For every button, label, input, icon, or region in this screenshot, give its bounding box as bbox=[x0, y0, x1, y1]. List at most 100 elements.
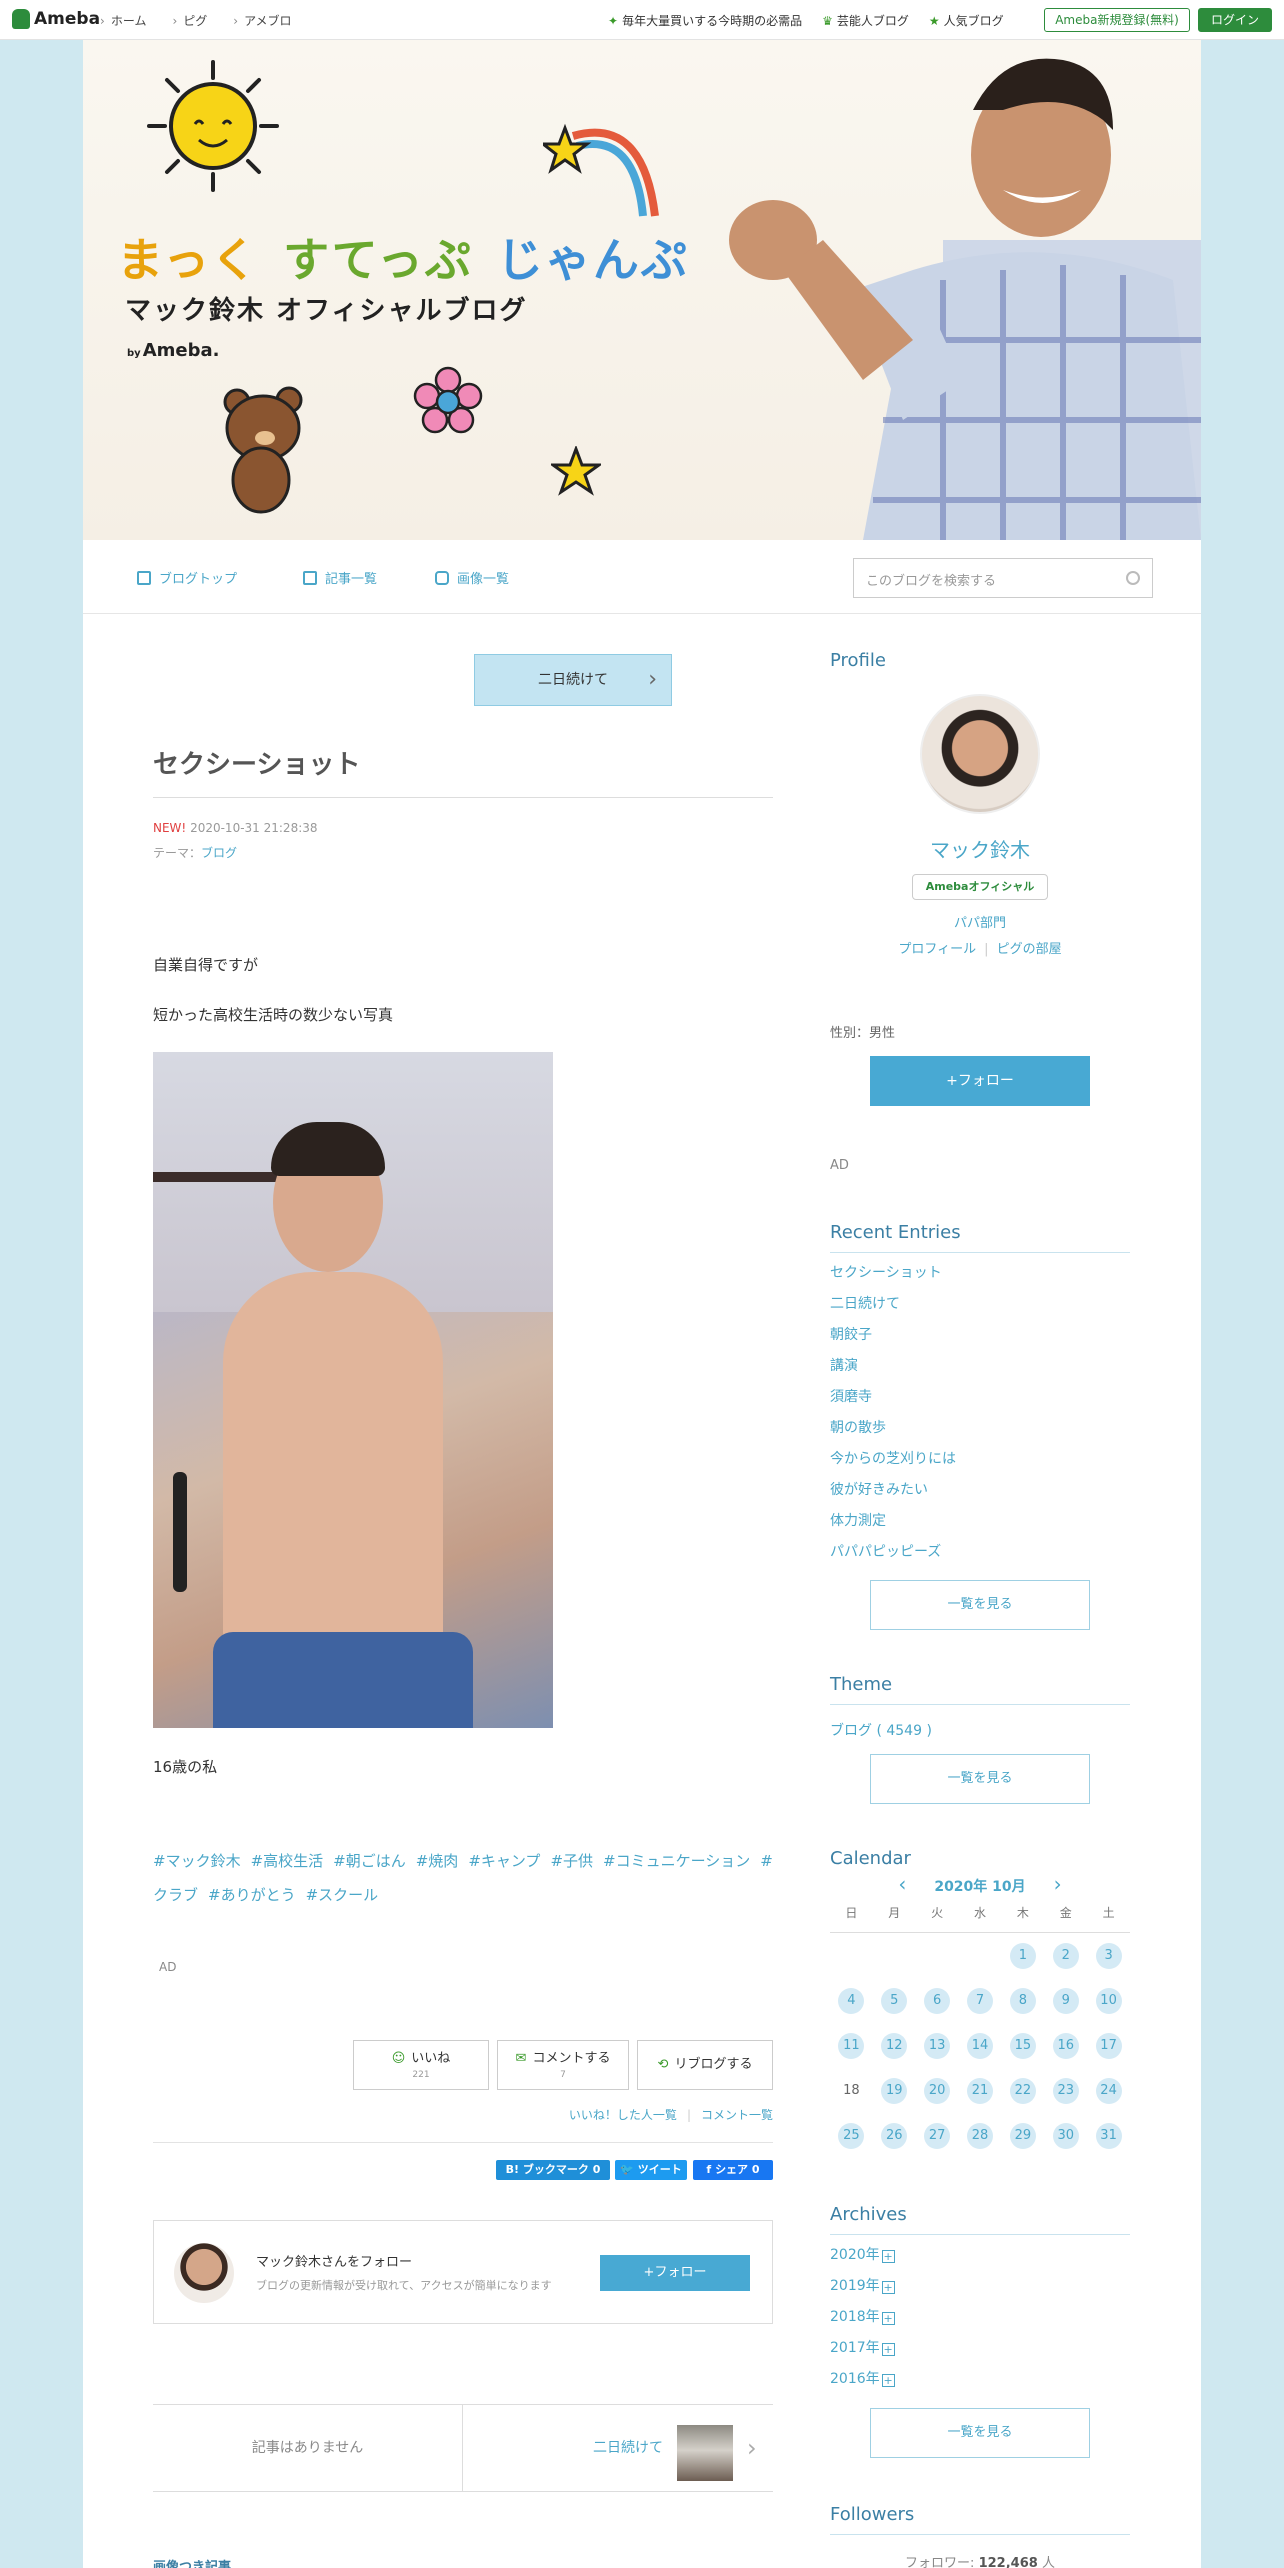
search-icon[interactable] bbox=[1126, 571, 1140, 585]
calendar-day[interactable]: 9 bbox=[1052, 1987, 1079, 2014]
calendar-day[interactable]: 15 bbox=[1009, 2032, 1036, 2059]
calendar-day[interactable]: 16 bbox=[1052, 2032, 1079, 2059]
expand-icon[interactable]: + bbox=[881, 2374, 895, 2387]
calendar-day[interactable]: 4 bbox=[838, 1987, 865, 2014]
calendar-day[interactable]: 31 bbox=[1095, 2122, 1122, 2149]
profile-name[interactable]: マック鈴木 bbox=[830, 834, 1130, 863]
calendar-day[interactable]: 27 bbox=[924, 2122, 951, 2149]
calendar-day[interactable]: 6 bbox=[924, 1987, 951, 2014]
calendar-day[interactable]: 11 bbox=[838, 2032, 865, 2059]
hashtag-link[interactable]: #子供 bbox=[550, 1852, 593, 1870]
next-article-link[interactable]: 二日続けて bbox=[593, 2405, 663, 2491]
topbar-link-pig[interactable]: ピグ bbox=[172, 12, 207, 29]
calendar-day[interactable]: 26 bbox=[881, 2122, 908, 2149]
theme-more-button[interactable]: 一覧を見る bbox=[870, 1754, 1090, 1804]
calendar-day[interactable]: 1 bbox=[1009, 1942, 1036, 1969]
facebook-share-button[interactable]: f シェア 0 bbox=[693, 2160, 773, 2180]
expand-icon[interactable]: + bbox=[881, 2250, 895, 2263]
hashtag-link[interactable]: #ありがとう bbox=[208, 1886, 296, 1904]
calendar-day[interactable]: 19 bbox=[881, 2077, 908, 2104]
article-theme-link[interactable]: ブログ bbox=[201, 846, 237, 860]
hashtag-link[interactable]: #焼肉 bbox=[416, 1852, 459, 1870]
nav-image-list[interactable]: 画像一覧 bbox=[435, 568, 509, 587]
recent-entry-link[interactable]: セクシーショット bbox=[830, 1258, 1130, 1289]
archive-year-link[interactable]: 2018年 + bbox=[830, 2302, 895, 2333]
archive-year-link[interactable]: 2020年 + bbox=[830, 2240, 895, 2271]
recent-entry-link[interactable]: 須磨寺 bbox=[830, 1382, 1130, 1413]
calendar-day[interactable]: 13 bbox=[924, 2032, 951, 2059]
topbar-link-home[interactable]: ホーム bbox=[100, 12, 147, 29]
expand-icon[interactable]: + bbox=[881, 2312, 895, 2325]
calendar-day[interactable]: 21 bbox=[967, 2077, 993, 2104]
blog-search-input[interactable]: このブログを検索する bbox=[853, 558, 1153, 598]
pig-room-link[interactable]: ピグの部屋 bbox=[997, 942, 1062, 957]
topbar-link-celebrity[interactable]: ♛ 芸能人ブログ bbox=[822, 12, 909, 29]
nav-blog-top[interactable]: ブログトップ bbox=[137, 568, 237, 587]
calendar-day[interactable]: 17 bbox=[1095, 2032, 1122, 2059]
profile-avatar[interactable] bbox=[920, 694, 1040, 814]
expand-icon[interactable]: + bbox=[881, 2281, 895, 2294]
nav-article-list[interactable]: 記事一覧 bbox=[303, 568, 377, 587]
calendar-day[interactable]: 30 bbox=[1052, 2122, 1079, 2149]
hashtag-link[interactable]: #キャンプ bbox=[468, 1852, 540, 1870]
like-button[interactable]: ☺ いいね 221 bbox=[353, 2040, 489, 2090]
profile-link[interactable]: プロフィール bbox=[898, 942, 976, 957]
recent-entry-link[interactable]: 二日続けて bbox=[830, 1289, 1130, 1320]
hatena-bookmark-button[interactable]: B! ブックマーク 0 bbox=[496, 2160, 610, 2180]
recent-entry-link[interactable]: 今からの芝刈りには bbox=[830, 1444, 1130, 1475]
expand-icon[interactable]: + bbox=[881, 2343, 895, 2356]
liked-users-link[interactable]: いいね！した人一覧 bbox=[569, 2108, 677, 2122]
reblog-button[interactable]: ⟲ リブログする bbox=[637, 2040, 773, 2090]
chevron-right-icon[interactable]: › bbox=[747, 2405, 757, 2491]
calendar-month[interactable]: 2020年 10月 bbox=[934, 1879, 1025, 1895]
theme-link[interactable]: ブログ ( 4549 ) bbox=[830, 1720, 932, 1740]
next-article-thumbnail[interactable] bbox=[677, 2425, 733, 2481]
calendar-day[interactable]: 20 bbox=[924, 2077, 951, 2104]
recent-entry-link[interactable]: 朝餃子 bbox=[830, 1320, 1130, 1351]
calendar-day[interactable]: 7 bbox=[967, 1987, 993, 2014]
register-button[interactable]: Ameba新規登録(無料) bbox=[1044, 8, 1190, 32]
recent-entry-link[interactable]: 体力測定 bbox=[830, 1506, 1130, 1537]
calendar-day[interactable]: 2 bbox=[1052, 1942, 1079, 1969]
calendar-day[interactable]: 24 bbox=[1095, 2077, 1122, 2104]
calendar-day[interactable]: 28 bbox=[967, 2122, 993, 2149]
calendar-day[interactable]: 8 bbox=[1009, 1987, 1036, 2014]
calendar-day[interactable]: 10 bbox=[1095, 1987, 1122, 2014]
calendar-day[interactable]: 12 bbox=[881, 2032, 908, 2059]
calendar-day[interactable]: 14 bbox=[967, 2032, 993, 2059]
chevron-left-icon[interactable]: ‹ bbox=[898, 1872, 906, 1896]
calendar-day[interactable]: 29 bbox=[1009, 2122, 1036, 2149]
comments-list-link[interactable]: コメント一覧 bbox=[701, 2108, 773, 2122]
hashtag-link[interactable]: #高校生活 bbox=[251, 1852, 324, 1870]
recent-entry-link[interactable]: 彼が好きみたい bbox=[830, 1475, 1130, 1506]
calendar-day[interactable]: 5 bbox=[881, 1987, 908, 2014]
archive-year-link[interactable]: 2019年 + bbox=[830, 2271, 895, 2302]
prev-article-button[interactable]: 二日続けて › bbox=[474, 654, 672, 706]
archive-year-link[interactable]: 2016年 + bbox=[830, 2364, 895, 2395]
article-photo[interactable] bbox=[153, 1052, 553, 1728]
hashtag-link[interactable]: #マック鈴木 bbox=[153, 1852, 241, 1870]
recent-entry-link[interactable]: パパパピッピーズ bbox=[830, 1537, 1130, 1568]
topbar-link-popular[interactable]: ★ 人気ブログ bbox=[929, 12, 1004, 29]
calendar-day[interactable]: 22 bbox=[1009, 2077, 1036, 2104]
comment-button[interactable]: ✉ コメントする 7 bbox=[497, 2040, 629, 2090]
calendar-day[interactable]: 3 bbox=[1095, 1942, 1122, 1969]
archive-year-link[interactable]: 2017年 + bbox=[830, 2333, 895, 2364]
recent-entry-link[interactable]: 講演 bbox=[830, 1351, 1130, 1382]
blog-header-banner[interactable]: まっく すてっぷ じゃんぷ マック鈴木 オフィシャルブログ by Ameba. bbox=[83, 40, 1201, 540]
login-button[interactable]: ログイン bbox=[1198, 8, 1272, 32]
topbar-link-ameblo[interactable]: アメブロ bbox=[233, 12, 291, 29]
chevron-right-icon[interactable]: › bbox=[1054, 1872, 1062, 1896]
hashtag-link[interactable]: #朝ごはん bbox=[333, 1852, 406, 1870]
hashtag-link[interactable]: #スクール bbox=[306, 1886, 379, 1904]
recent-entry-link[interactable]: 朝の散歩 bbox=[830, 1413, 1130, 1444]
tweet-button[interactable]: 🐦 ツイート bbox=[615, 2160, 687, 2180]
profile-category-link[interactable]: パパ部門 bbox=[830, 912, 1130, 931]
calendar-day[interactable]: 23 bbox=[1052, 2077, 1079, 2104]
ameba-logo[interactable]: Ameba bbox=[12, 9, 100, 29]
entries-more-button[interactable]: 一覧を見る bbox=[870, 1580, 1090, 1630]
topbar-link-promo[interactable]: ✦ 毎年大量買いする今時期の必需品 bbox=[608, 12, 802, 29]
sidebar-follow-button[interactable]: +フォロー bbox=[870, 1056, 1090, 1106]
calendar-day[interactable]: 25 bbox=[838, 2122, 865, 2149]
hashtag-link[interactable]: #コミュニケーション bbox=[603, 1852, 750, 1870]
